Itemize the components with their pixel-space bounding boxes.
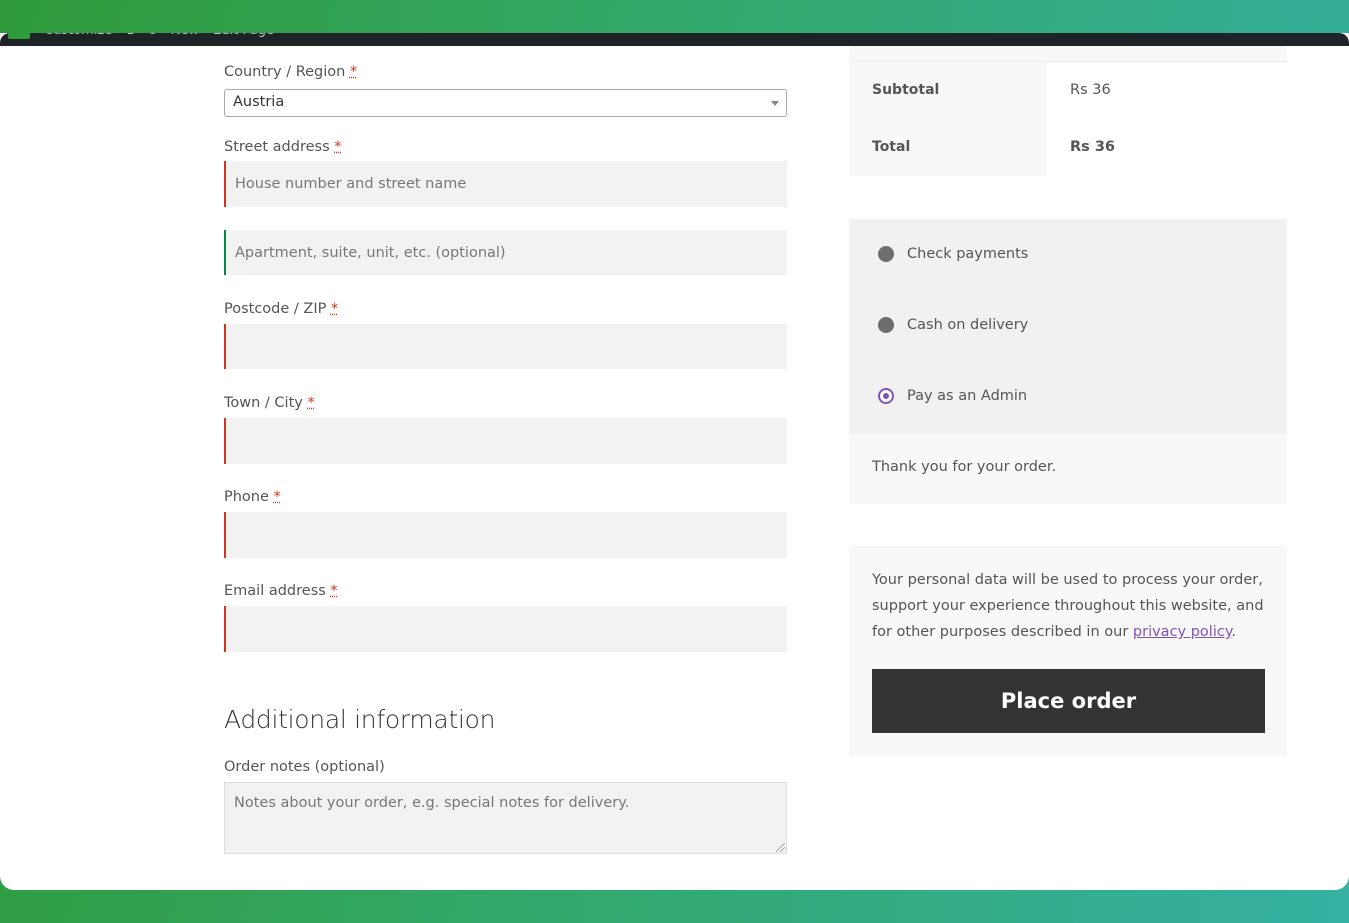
email-input[interactable] bbox=[224, 606, 787, 652]
chevron-down-icon bbox=[771, 101, 779, 106]
city-label: Town / City * bbox=[224, 395, 315, 411]
admin-bar-comments[interactable]: 0 bbox=[149, 33, 157, 41]
totals-top-strip bbox=[849, 46, 1287, 62]
admin-bar-edit-page[interactable]: Edit Page bbox=[213, 33, 274, 41]
phone-label: Phone * bbox=[224, 489, 281, 505]
apartment-input[interactable]: Apartment, suite, unit, etc. (optional) bbox=[224, 230, 787, 275]
order-notes-label: Order notes (optional) bbox=[224, 759, 385, 775]
order-notes-placeholder: Notes about your order, e.g. special not… bbox=[234, 795, 630, 811]
required-mark: * bbox=[273, 489, 281, 505]
email-label-text: Email address bbox=[224, 583, 326, 599]
place-order-section: Your personal data will be used to proce… bbox=[849, 546, 1287, 756]
payment-option-label: Cash on delivery bbox=[907, 317, 1029, 333]
privacy-text-end: . bbox=[1231, 624, 1236, 640]
payment-option-label: Check payments bbox=[907, 246, 1029, 262]
city-label-text: Town / City bbox=[224, 395, 303, 411]
privacy-policy-link[interactable]: privacy policy bbox=[1133, 624, 1231, 640]
postcode-label-text: Postcode / ZIP bbox=[224, 301, 327, 317]
postcode-label: Postcode / ZIP * bbox=[224, 301, 338, 317]
privacy-notice: Your personal data will be used to proce… bbox=[872, 567, 1267, 645]
radio-button-selected-icon[interactable] bbox=[878, 388, 894, 404]
postcode-input[interactable] bbox=[224, 324, 787, 369]
required-mark: * bbox=[334, 139, 342, 155]
admin-bar: Customize 1 0 New Edit Page bbox=[0, 33, 1349, 46]
radio-button-icon[interactable] bbox=[878, 246, 894, 262]
payment-option-cod[interactable]: Cash on delivery bbox=[878, 317, 1028, 333]
required-mark: * bbox=[349, 64, 358, 80]
browser-window: Customize 1 0 New Edit Page Country / Re… bbox=[0, 33, 1349, 890]
admin-bar-new[interactable]: New bbox=[171, 33, 199, 41]
required-mark: * bbox=[307, 395, 315, 411]
radio-button-icon[interactable] bbox=[878, 317, 894, 333]
order-totals-table: Subtotal Rs 36 Total Rs 36 bbox=[849, 46, 1287, 177]
total-row: Total Rs 36 bbox=[849, 119, 1287, 176]
payment-option-check[interactable]: Check payments bbox=[878, 246, 1028, 262]
phone-input[interactable] bbox=[224, 512, 787, 558]
country-label-text: Country / Region bbox=[224, 64, 346, 80]
order-notes-textarea[interactable]: Notes about your order, e.g. special not… bbox=[224, 782, 787, 854]
payment-option-admin[interactable]: Pay as an Admin bbox=[878, 388, 1027, 404]
required-mark: * bbox=[330, 583, 338, 599]
total-label: Total bbox=[849, 119, 1047, 176]
country-select[interactable]: Austria bbox=[224, 89, 787, 117]
checkout-content: Country / Region * Austria Street addres… bbox=[0, 46, 1349, 890]
place-order-button[interactable]: Place order bbox=[872, 669, 1265, 733]
admin-bar-customize[interactable]: Customize bbox=[44, 33, 112, 41]
city-input[interactable] bbox=[224, 418, 787, 464]
street-placeholder: House number and street name bbox=[235, 176, 467, 192]
total-value: Rs 36 bbox=[1047, 119, 1287, 176]
payment-option-label: Pay as an Admin bbox=[907, 388, 1028, 404]
admin-bar-updates[interactable]: 1 bbox=[126, 33, 134, 41]
country-select-value: Austria bbox=[233, 94, 285, 110]
required-mark: * bbox=[330, 301, 339, 317]
street-label-text: Street address bbox=[224, 139, 330, 155]
country-label: Country / Region * bbox=[224, 64, 357, 80]
payment-methods: Check payments Cash on delivery Pay as a… bbox=[849, 219, 1287, 504]
street-label: Street address * bbox=[224, 139, 342, 155]
resize-handle-icon[interactable] bbox=[776, 843, 785, 852]
street-address-input[interactable]: House number and street name bbox=[224, 161, 787, 207]
email-label: Email address * bbox=[224, 583, 338, 599]
subtotal-value: Rs 36 bbox=[1047, 62, 1287, 119]
subtotal-row: Subtotal Rs 36 bbox=[849, 62, 1287, 119]
apartment-placeholder: Apartment, suite, unit, etc. (optional) bbox=[235, 244, 506, 261]
payment-description: Thank you for your order. bbox=[849, 433, 1287, 504]
additional-info-heading: Additional information bbox=[224, 705, 496, 734]
wordpress-logo-icon[interactable] bbox=[8, 33, 30, 39]
subtotal-label: Subtotal bbox=[849, 62, 1047, 119]
phone-label-text: Phone bbox=[224, 489, 269, 505]
